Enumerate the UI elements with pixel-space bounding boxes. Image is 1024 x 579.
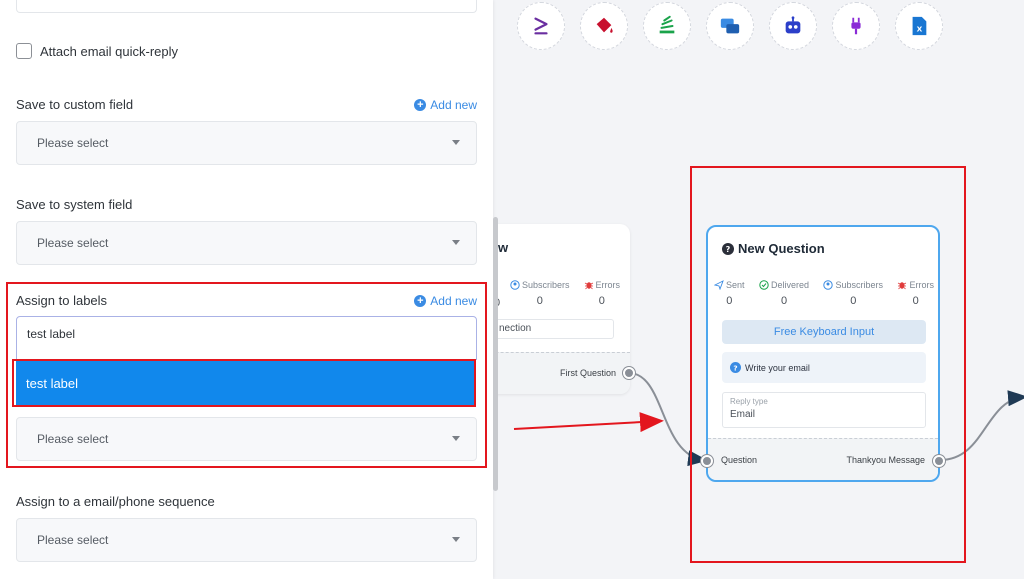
system-field-select[interactable]: Please select xyxy=(16,221,477,265)
caret-down-icon xyxy=(452,537,460,542)
stat-value: 0 xyxy=(726,295,733,307)
connection-line xyxy=(628,372,708,467)
node-title: New Question xyxy=(738,241,825,256)
select-placeholder: Please select xyxy=(37,136,109,150)
annotation-arrow xyxy=(513,412,664,433)
caret-down-icon xyxy=(452,240,460,245)
stat-label: Errors xyxy=(595,280,621,290)
svg-text:X: X xyxy=(917,25,923,34)
labels-label: Assign to labels xyxy=(16,293,108,308)
add-new-label-link[interactable]: + Add new xyxy=(414,294,477,308)
send-icon xyxy=(714,280,724,290)
labels-search-input[interactable]: test label xyxy=(16,316,477,360)
output-port-label: Thankyou Message xyxy=(846,455,925,465)
sequence-select[interactable]: Please select xyxy=(16,518,477,562)
select-placeholder: Please select xyxy=(37,432,109,446)
message-box[interactable]: ? Write your email xyxy=(722,352,926,383)
node-stats: Sent 0 Delivered 0 Subscribers 0 Errors … xyxy=(714,280,934,307)
bug-icon xyxy=(584,282,593,290)
stat-subscribers: Subscribers 0 xyxy=(510,280,570,307)
output-port[interactable] xyxy=(933,455,945,467)
output-port-label: First Question xyxy=(559,368,616,378)
label-option-selected[interactable]: test label xyxy=(16,360,475,405)
checkbox-label: Attach email quick-reply xyxy=(40,44,178,59)
input-port-label: Question xyxy=(721,455,758,465)
question-circle-icon: ? xyxy=(730,362,741,373)
greater-than-equal-icon[interactable] xyxy=(517,2,565,50)
custom-field-select[interactable]: Please select xyxy=(16,121,477,165)
question-circle-icon: ? xyxy=(722,242,734,255)
stat-value: 0 xyxy=(598,295,605,307)
chat-messages-icon[interactable] xyxy=(706,2,754,50)
node-header: ? New Question xyxy=(722,241,825,256)
input-port[interactable] xyxy=(701,455,713,467)
robot-icon[interactable] xyxy=(769,2,817,50)
stat-subscribers: Subscribers 0 xyxy=(823,280,883,307)
free-keyboard-input-button[interactable]: Free Keyboard Input xyxy=(722,320,926,344)
bug-icon xyxy=(898,282,907,290)
select-placeholder: Please select xyxy=(37,533,109,547)
stat-label: Delivered xyxy=(770,280,810,290)
output-port[interactable] xyxy=(623,367,635,379)
plus-circle-icon: + xyxy=(414,99,427,111)
stat-errors: Errors 0 xyxy=(584,280,621,307)
stat-label: Errors xyxy=(909,280,934,290)
add-new-label: Add new xyxy=(430,98,477,112)
stat-label: Subscribers xyxy=(835,280,884,290)
sequence-label: Assign to a email/phone sequence xyxy=(16,494,215,509)
svg-text:?: ? xyxy=(733,363,737,372)
stat-value: 0 xyxy=(536,295,543,307)
stat-errors: Errors 0 xyxy=(897,280,934,307)
reply-type-box[interactable]: Reply type Email xyxy=(722,392,926,428)
new-question-node[interactable]: ? New Question Sent 0 Delivered 0 Subscr… xyxy=(706,225,940,482)
add-new-custom-field-link[interactable]: + Add new xyxy=(414,98,477,112)
excel-file-icon[interactable]: X xyxy=(895,2,943,50)
select-placeholder: Please select xyxy=(37,236,109,250)
top-input-field[interactable] xyxy=(16,0,477,13)
labels-select[interactable]: Please select xyxy=(16,417,477,461)
connection-field: nection xyxy=(480,319,614,339)
plus-circle-icon: + xyxy=(414,295,427,307)
stat-delivered: Delivered 0 xyxy=(759,280,809,307)
stat-value: 0 xyxy=(850,295,857,307)
paint-bucket-icon[interactable] xyxy=(580,2,628,50)
stat-sent: Sent 0 xyxy=(714,280,745,307)
label-option-text: test label xyxy=(26,376,79,391)
connection-line-out xyxy=(939,390,1024,461)
panel-scrollbar[interactable] xyxy=(493,217,498,491)
stat-value: 0 xyxy=(912,295,919,307)
stat-label: Subscribers xyxy=(522,280,570,290)
custom-field-label: Save to custom field xyxy=(16,97,134,112)
node-stats: Subscribers 0 Errors 0 xyxy=(510,280,620,307)
plug-icon[interactable] xyxy=(832,2,880,50)
message-text: Write your email xyxy=(745,362,810,373)
system-field-label: Save to system field xyxy=(16,197,133,212)
reply-type-value: Email xyxy=(730,409,756,420)
svg-text:?: ? xyxy=(726,245,731,254)
user-circle-icon xyxy=(823,280,834,290)
node-footer: Question Thankyou Message xyxy=(708,438,938,480)
labels-input-value: test label xyxy=(27,327,76,341)
user-circle-icon xyxy=(510,280,520,290)
check-circle-icon xyxy=(759,280,769,290)
caret-down-icon xyxy=(452,436,460,441)
quick-reply-checkbox[interactable] xyxy=(16,43,32,59)
caret-down-icon xyxy=(452,140,460,145)
stack-icon[interactable] xyxy=(643,2,691,50)
settings-panel: Attach email quick-reply Save to custom … xyxy=(0,0,493,579)
add-new-label: Add new xyxy=(430,294,477,308)
reply-type-label: Reply type xyxy=(730,397,768,406)
stat-value: 0 xyxy=(780,295,788,307)
stat-label: Sent xyxy=(726,280,745,290)
